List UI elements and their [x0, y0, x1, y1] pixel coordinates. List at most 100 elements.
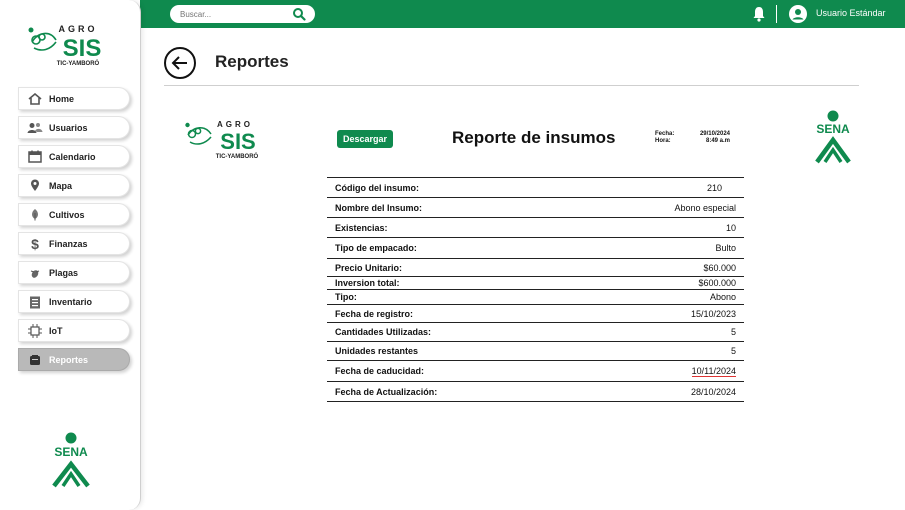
row-label: Tipo:	[335, 292, 357, 302]
clipboard-icon	[24, 290, 46, 313]
table-row: Unidades restantes 5	[327, 341, 744, 360]
report-icon	[24, 348, 46, 371]
row-value: 10	[725, 222, 736, 233]
sidebar-item-home[interactable]: Home	[18, 87, 130, 110]
svg-text:SIS: SIS	[63, 35, 102, 62]
calendar-icon	[24, 145, 46, 168]
sidebar-item-label: Cultivos	[49, 209, 85, 220]
bell-icon[interactable]	[752, 6, 766, 22]
sidebar-item-finanzas[interactable]: $ Finanzas	[18, 232, 130, 255]
table-row: Nombre del Insumo: Abono especial	[327, 197, 744, 217]
sidebar-item-label: Plagas	[49, 267, 79, 278]
row-label: Inversion total:	[335, 278, 400, 288]
app-root: Usuario Estándar AGRO SIS TIC-YAMBORÓ	[0, 0, 905, 510]
hora-value: 8:49 a.m	[705, 138, 730, 144]
row-label: Fecha de Actualización:	[335, 386, 438, 397]
sidebar-item-label: Calendario	[49, 151, 96, 162]
sidebar-item-label: Finanzas	[49, 238, 88, 249]
sena-logo: SENA	[42, 432, 100, 488]
sidebar: AGRO SIS TIC-YAMBORÓ Home Usuarios Calen…	[0, 0, 141, 510]
row-label: Tipo de empacado:	[335, 243, 417, 253]
svg-text:AGRO: AGRO	[59, 24, 98, 34]
svg-text:$: $	[31, 237, 39, 251]
sidebar-nav: Home Usuarios Calendario Mapa Cultivos $…	[18, 87, 130, 377]
row-label: Unidades restantes	[335, 346, 419, 356]
row-value: 210	[706, 182, 722, 193]
row-value: 15/10/2023	[690, 308, 736, 319]
row-value: 5	[730, 327, 736, 337]
sidebar-item-label: IoT	[49, 325, 63, 336]
sidebar-item-label: Inventario	[49, 296, 93, 307]
sidebar-item-label: Reportes	[49, 354, 89, 365]
header-divider	[164, 85, 859, 86]
back-button[interactable]	[164, 47, 196, 79]
row-label: Código del insumo:	[335, 182, 419, 193]
svg-text:TIC-YAMBORÓ: TIC-YAMBORÓ	[216, 152, 259, 160]
agrosis-logo: AGRO SIS TIC-YAMBORÓ	[28, 20, 112, 68]
row-value: Abono	[709, 292, 736, 302]
sidebar-item-reportes[interactable]: Reportes	[18, 348, 130, 371]
table-row: Fecha de Actualización: 28/10/2024	[327, 381, 744, 402]
user-name[interactable]: Usuario Estándar	[816, 8, 886, 18]
sidebar-item-label: Home	[49, 93, 75, 104]
leaf-icon	[24, 203, 46, 226]
fecha-value: 29/10/2024	[699, 131, 730, 137]
topbar-divider	[776, 5, 777, 23]
row-value: 28/10/2024	[690, 386, 736, 397]
fecha-label: Fecha:	[655, 131, 675, 137]
sidebar-item-plagas[interactable]: Plagas	[18, 261, 130, 284]
dollar-icon: $	[24, 232, 46, 255]
sidebar-item-calendario[interactable]: Calendario	[18, 145, 130, 168]
page-title: Reportes	[215, 52, 289, 71]
sidebar-item-inventario[interactable]: Inventario	[18, 290, 130, 313]
svg-text:SENA: SENA	[54, 445, 88, 459]
row-label: Fecha de registro:	[335, 308, 414, 319]
table-row: Fecha de caducidad: 10/11/2024	[327, 360, 744, 381]
row-label: Precio Unitario:	[335, 262, 403, 273]
report-table: Código del insumo: 210 Nombre del Insumo…	[327, 177, 744, 402]
sidebar-item-iot[interactable]: IoT	[18, 319, 130, 342]
table-row: Fecha de registro: 15/10/2023	[327, 304, 744, 322]
svg-text:SENA: SENA	[816, 122, 850, 136]
chip-icon	[24, 319, 46, 342]
top-bar: Usuario Estándar	[140, 0, 905, 28]
svg-text:TIC-YAMBORÓ: TIC-YAMBORÓ	[57, 59, 100, 67]
table-row: Precio Unitario: $60.000	[327, 258, 744, 276]
search-icon[interactable]	[292, 7, 306, 21]
row-label: Existencias:	[335, 222, 388, 233]
users-icon	[24, 116, 46, 139]
row-value: Bulto	[715, 243, 736, 253]
svg-text:AGRO: AGRO	[217, 120, 253, 129]
sidebar-item-label: Usuarios	[49, 122, 88, 133]
sidebar-item-cultivos[interactable]: Cultivos	[18, 203, 130, 226]
user-avatar-icon[interactable]	[789, 5, 807, 23]
map-pin-icon	[24, 174, 46, 197]
table-row: Código del insumo: 210	[327, 177, 744, 197]
row-label: Nombre del Insumo:	[335, 202, 423, 213]
table-row: Inversion total: $600.000	[327, 276, 744, 289]
svg-text:SIS: SIS	[220, 129, 255, 154]
report-title: Reporte de insumos	[452, 128, 616, 147]
row-value: $60.000	[703, 262, 736, 273]
report-sena-logo: SENA	[806, 110, 860, 164]
sidebar-item-mapa[interactable]: Mapa	[18, 174, 130, 197]
row-value: $600.000	[698, 278, 736, 288]
sidebar-item-usuarios[interactable]: Usuarios	[18, 116, 130, 139]
row-value: 10/11/2024	[691, 365, 736, 377]
report-agrosis-logo: AGRO SIS TIC-YAMBORÓ	[185, 117, 267, 161]
table-row: Cantidades Utilizadas: 5	[327, 322, 744, 341]
row-value: Abono especial	[674, 202, 736, 213]
search-box[interactable]	[170, 5, 315, 23]
download-button[interactable]: Descargar	[337, 130, 393, 148]
table-row: Existencias: 10	[327, 217, 744, 237]
hora-label: Hora:	[655, 138, 671, 144]
sidebar-item-label: Mapa	[49, 180, 73, 191]
table-row: Tipo de empacado: Bulto	[327, 237, 744, 258]
search-input[interactable]	[180, 7, 290, 21]
home-icon	[24, 87, 46, 110]
bug-icon	[24, 261, 46, 284]
table-row: Tipo: Abono	[327, 289, 744, 304]
row-label: Cantidades Utilizadas:	[335, 327, 432, 337]
row-label: Fecha de caducidad:	[335, 366, 425, 376]
row-value: 5	[730, 346, 736, 356]
